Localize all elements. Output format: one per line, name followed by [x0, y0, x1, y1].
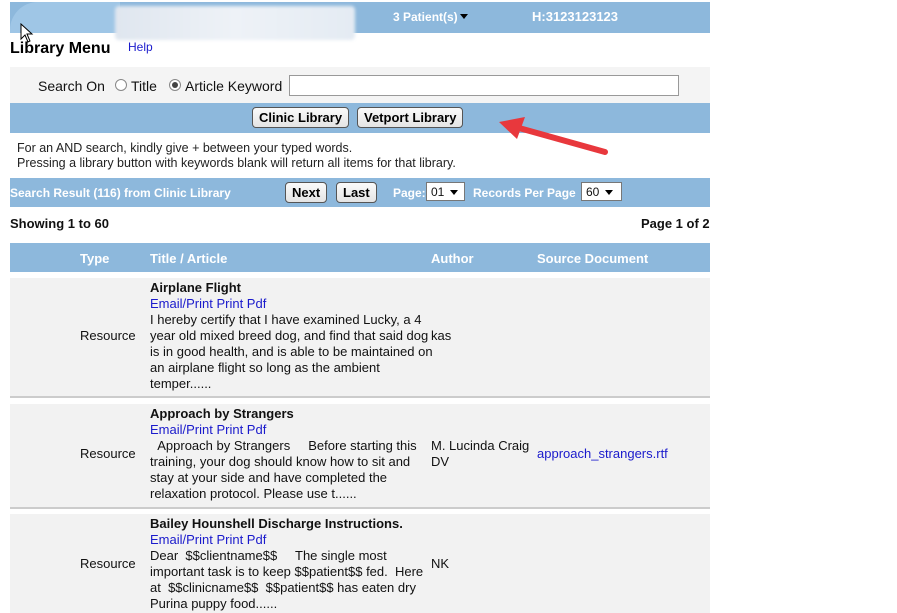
row-description: I hereby certify that I have examined Lu… [150, 312, 437, 391]
vetport-library-button[interactable]: Vetport Library [357, 107, 464, 128]
result-summary: Search Result (116) from Clinic Library [10, 186, 231, 200]
row-author: NK [431, 556, 450, 571]
page-title: Library Menu [10, 40, 111, 57]
redacted-clinic-name [115, 6, 355, 40]
records-per-page-label: Records Per Page [473, 186, 576, 200]
header-author: Author [431, 251, 474, 266]
page-select-value: 01 [431, 185, 445, 199]
search-input[interactable] [289, 75, 679, 96]
row-title: Bailey Hounshell Discharge Instructions. [150, 516, 403, 531]
row-author: M. Lucinda Craig DV [431, 438, 530, 469]
email-print-links[interactable]: Email/Print Print Pdf [150, 422, 266, 437]
keyword-radio[interactable] [169, 79, 181, 91]
row-author: kas [431, 328, 452, 343]
page-label: Page: [393, 186, 426, 200]
title-radio[interactable] [115, 79, 127, 91]
row-source-link[interactable]: approach_strangers.rtf [537, 446, 668, 461]
email-print-links[interactable]: Email/Print Print Pdf [150, 296, 266, 311]
patients-label: 3 Patient(s) [393, 10, 458, 24]
help-line-1: For an AND search, kindly give + between… [17, 141, 353, 155]
annotation-arrow-icon [499, 117, 608, 155]
page-indicator: Page 1 of 2 [641, 216, 710, 231]
email-print-links[interactable]: Email/Print Print Pdf [150, 532, 266, 547]
table-row: Resource Bailey Hounshell Discharge Inst… [10, 514, 710, 613]
records-per-page-select[interactable]: 60 [581, 182, 622, 201]
page-select[interactable]: 01 [426, 182, 465, 201]
row-type: Resource [80, 328, 136, 343]
title-radio-label: Title [131, 78, 157, 94]
rpp-select-value: 60 [586, 185, 600, 199]
header-title: Title / Article [150, 251, 228, 266]
row-title: Approach by Strangers [150, 406, 294, 421]
row-type: Resource [80, 446, 136, 461]
keyword-radio-label: Article Keyword [185, 78, 283, 94]
header-type: Type [80, 251, 110, 266]
row-title: Airplane Flight [150, 280, 241, 295]
account-id: H:3123123123 [532, 9, 619, 24]
header-source: Source Document [537, 251, 649, 266]
row-type: Resource [80, 556, 136, 571]
top-header-bar: 3 Patient(s) H:3123123123 [10, 2, 710, 40]
table-row: Resource Airplane Flight Email/Print Pri… [10, 278, 710, 398]
result-bar: Search Result (116) from Clinic Library … [10, 178, 710, 207]
search-panel: Search On Title Article Keyword [10, 67, 710, 103]
search-on-label: Search On [38, 78, 105, 94]
table-row: Resource Approach by Strangers Email/Pri… [10, 404, 710, 509]
chevron-down-icon [605, 190, 614, 195]
chevron-down-icon [450, 190, 459, 195]
row-description: Dear $$clientname$$ The single most impo… [150, 548, 427, 611]
row-description: Approach by Strangers Before starting th… [150, 438, 421, 501]
patients-dropdown[interactable]: 3 Patient(s) [393, 10, 468, 24]
help-link[interactable]: Help [128, 40, 153, 54]
last-button[interactable]: Last [336, 182, 377, 203]
next-button[interactable]: Next [285, 182, 328, 203]
chevron-down-icon [459, 14, 468, 19]
help-line-2: Pressing a library button with keywords … [17, 156, 456, 170]
table-header: Type Title / Article Author Source Docum… [10, 243, 710, 272]
clinic-library-button[interactable]: Clinic Library [252, 107, 350, 128]
search-help-text: For an AND search, kindly give + between… [17, 141, 456, 171]
showing-range: Showing 1 to 60 [10, 216, 109, 231]
